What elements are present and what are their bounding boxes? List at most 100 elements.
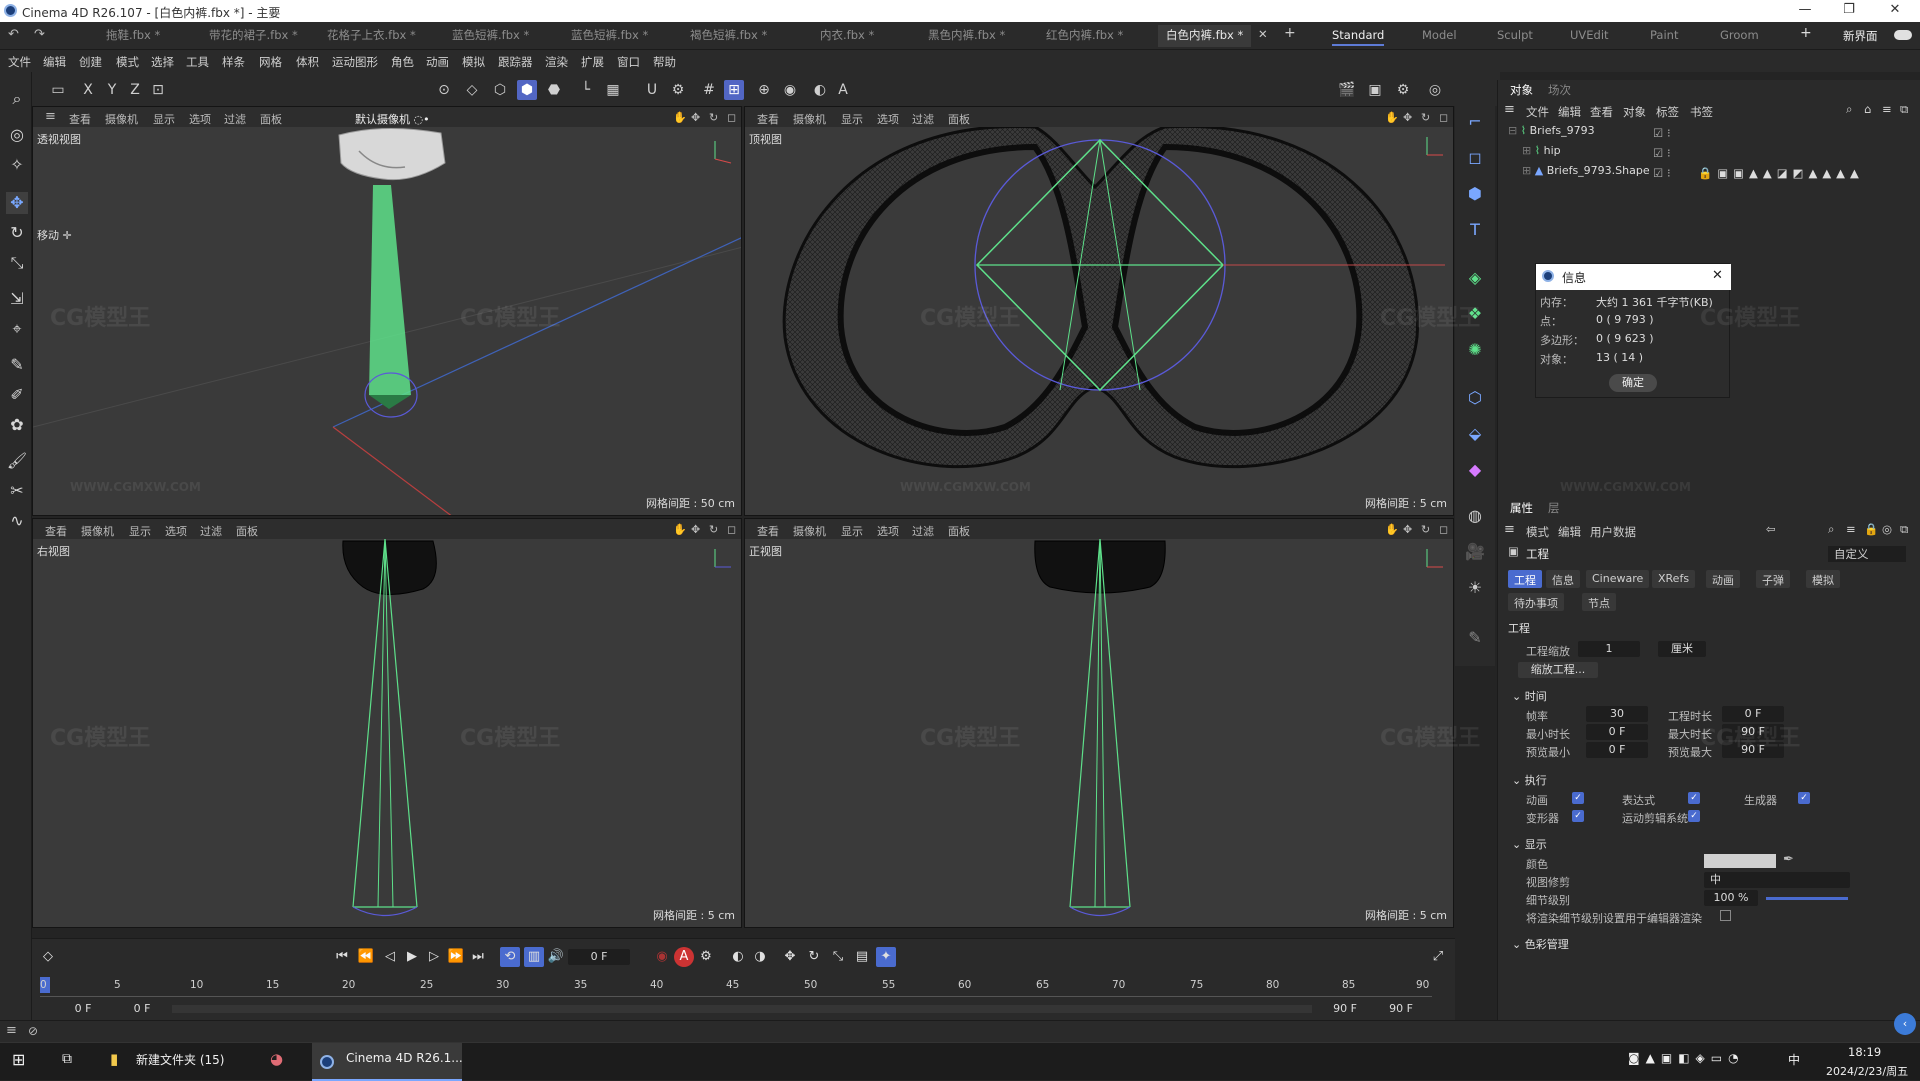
tab-takes[interactable]: 场次	[1548, 82, 1571, 98]
pan-icon[interactable]: ✋	[1385, 523, 1399, 536]
filter-icon[interactable]: ≡	[1846, 522, 1856, 536]
exec-checkbox[interactable]: ✓	[1572, 792, 1584, 804]
menu-mode[interactable]: 模式	[116, 54, 139, 70]
om-menu-tags[interactable]: 标签	[1656, 104, 1679, 120]
doc-tab[interactable]: 带花的裙子.fbx *	[209, 27, 298, 47]
menu-simulate[interactable]: 模拟	[462, 54, 485, 70]
generator-icon[interactable]: ◈	[1463, 266, 1487, 290]
folder-icon[interactable]: ▮	[110, 1050, 118, 1068]
rotate-key-icon[interactable]: ↻	[804, 947, 824, 967]
scale-project-button[interactable]: 缩放工程...	[1518, 662, 1598, 678]
vp-menu-display[interactable]: 显示	[129, 523, 151, 539]
hamburger-icon[interactable]: ≡	[6, 1023, 17, 1038]
subtab-info[interactable]: 信息	[1546, 570, 1580, 588]
scale-field[interactable]: 1	[1578, 641, 1640, 657]
cloner-icon[interactable]: ❖	[1463, 302, 1487, 326]
points-mode-icon[interactable]: ⊙	[434, 80, 454, 100]
vp-menu-camera[interactable]: 摄像机	[793, 111, 826, 127]
unit-dropdown[interactable]: 厘米	[1658, 641, 1706, 657]
tab-objects[interactable]: 对象	[1510, 82, 1533, 98]
section-display[interactable]: ⌄ 显示	[1512, 836, 1547, 852]
viewport-front[interactable]: 查看 摄像机 显示 选项 过滤 面板 ✋ ✥ ↻ ◻ 正视图 网格间距 : 5 …	[744, 518, 1454, 928]
section-color-mgmt[interactable]: ⌄ 色彩管理	[1512, 936, 1569, 952]
subtab-cineware[interactable]: Cineware	[1586, 570, 1650, 588]
preset-dropdown[interactable]: 自定义	[1828, 546, 1906, 562]
sound-icon[interactable]: 🔊	[546, 947, 566, 967]
polygons-mode-icon[interactable]: ⬡	[490, 80, 510, 100]
new-layout-button[interactable]: 新界面	[1843, 28, 1878, 44]
go-to-end-icon[interactable]: ⏭	[468, 947, 488, 967]
range-slider[interactable]	[172, 1005, 1312, 1013]
keyframe-position-icon[interactable]: ◐	[728, 947, 748, 967]
ime-indicator[interactable]: 中	[1788, 1051, 1800, 1068]
visibility-dots-icon[interactable]: ☑ ⁝	[1653, 146, 1671, 160]
layout-model[interactable]: Model	[1422, 28, 1457, 42]
range-start-field[interactable]: 0 F	[122, 1001, 162, 1017]
menu-animate[interactable]: 动画	[426, 54, 449, 70]
layout-standard[interactable]: Standard	[1332, 28, 1385, 46]
am-menu-edit[interactable]: 编辑	[1558, 524, 1581, 540]
exec-checkbox[interactable]: ✓	[1688, 810, 1700, 822]
maximize-viewport-icon[interactable]: ◻	[727, 523, 736, 536]
current-frame-field[interactable]: 0 F	[568, 949, 630, 965]
close-button[interactable]: ✕	[1880, 2, 1910, 20]
camera-icon[interactable]: 🎥	[1463, 540, 1487, 564]
maximize-viewport-icon[interactable]: ◻	[727, 111, 736, 124]
menu-spline[interactable]: 样条	[222, 54, 245, 70]
subtab-todo[interactable]: 待办事项	[1508, 593, 1564, 611]
duration-field[interactable]: 0 F	[1722, 706, 1784, 722]
vp-menu-options[interactable]: 选项	[165, 523, 187, 539]
previous-frame-icon[interactable]: ◁	[380, 947, 400, 967]
scale-tool-icon[interactable]: ⤡	[6, 252, 28, 274]
record-icon[interactable]: ◉	[652, 947, 672, 967]
snap-enable-icon[interactable]: ⊞	[724, 80, 744, 100]
start-frame-field[interactable]: 0 F	[52, 1001, 114, 1017]
pan-icon[interactable]: ✋	[673, 111, 687, 124]
menu-file[interactable]: 文件	[8, 54, 31, 70]
model-mode-icon[interactable]: ▭	[48, 80, 68, 100]
camera-label[interactable]: 默认摄像机 ◌•	[355, 111, 430, 127]
collapse-panel-icon[interactable]: ‹	[1894, 1013, 1916, 1035]
render-picture-icon[interactable]: ▣	[1365, 80, 1385, 100]
orbit-icon[interactable]: ↻	[709, 111, 718, 124]
vp-menu-filter[interactable]: 过滤	[912, 111, 934, 127]
magnet-icon[interactable]: U	[642, 80, 662, 100]
subtab-simulation[interactable]: 模拟	[1806, 570, 1840, 588]
vp-menu-panel[interactable]: 面板	[260, 111, 282, 127]
clock-time[interactable]: 18:19	[1848, 1045, 1881, 1059]
om-menu-view[interactable]: 查看	[1590, 104, 1613, 120]
exec-checkbox[interactable]: ✓	[1688, 792, 1700, 804]
asset-browser-icon[interactable]: A	[833, 80, 853, 100]
app-icon[interactable]: ◕	[270, 1050, 283, 1068]
previous-key-icon[interactable]: ⏪	[356, 947, 376, 967]
eyedropper-icon[interactable]: ✒	[1783, 852, 1794, 867]
fcurve-icon[interactable]: ⤢	[1428, 947, 1448, 967]
redo-icon[interactable]: ↷	[34, 27, 45, 47]
effector-icon[interactable]: ✺	[1463, 338, 1487, 362]
viewport-top[interactable]: 查看 摄像机 显示 选项 过滤 面板 ✋ ✥ ↻ ◻ 顶视图 网格间距 : 5 …	[744, 106, 1454, 516]
pan-icon[interactable]: ✋	[673, 523, 687, 536]
viewport-perspective[interactable]: ≡ 查看 摄像机 显示 选项 过滤 面板 ✋ ✥ ↻ ◻ 透视视图 默认摄像机 …	[32, 106, 742, 516]
orbit-icon[interactable]: ↻	[1421, 111, 1430, 124]
spline-smooth-icon[interactable]: ✿	[6, 414, 28, 436]
color-swatch[interactable]	[1704, 854, 1776, 868]
next-frame-icon[interactable]: ▷	[424, 947, 444, 967]
ok-button[interactable]: 确定	[1609, 374, 1657, 392]
axis-mode-icon[interactable]: └	[576, 80, 596, 100]
object-row[interactable]: ⊞ ⌇ hip	[1522, 144, 1561, 162]
vp-menu-camera[interactable]: 摄像机	[793, 523, 826, 539]
snap-settings-icon[interactable]: ⚙	[668, 80, 688, 100]
play-icon[interactable]: ▶	[402, 947, 422, 967]
doc-tab[interactable]: 黑色内裤.fbx *	[928, 27, 1005, 47]
search-icon[interactable]: ⌕	[1846, 102, 1852, 117]
selection-tool-icon[interactable]: ◎	[6, 124, 28, 146]
detail-level-slider[interactable]	[1766, 897, 1848, 900]
vp-menu-panel[interactable]: 面板	[236, 523, 258, 539]
layout-sculpt[interactable]: Sculpt	[1497, 28, 1533, 42]
x-axis-lock-icon[interactable]: X	[78, 80, 98, 100]
orbit-icon[interactable]: ↻	[709, 523, 718, 536]
field-icon[interactable]: ⬙	[1463, 422, 1487, 446]
zoom-icon[interactable]: ✥	[1403, 523, 1412, 536]
preview-min-field[interactable]: 0 F	[1586, 742, 1648, 758]
hamburger-icon[interactable]: ≡	[1504, 522, 1515, 537]
